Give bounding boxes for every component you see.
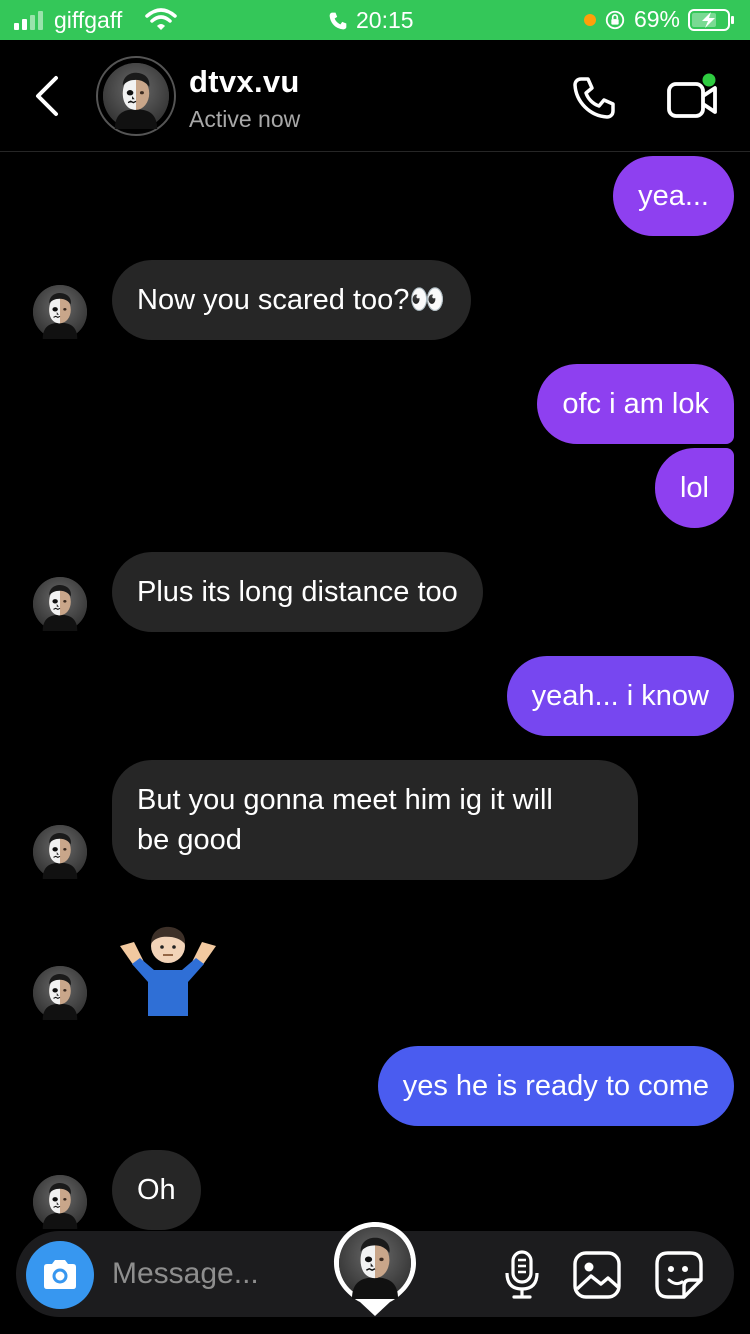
status-bar: giffgaff 20:15 69% bbox=[0, 0, 750, 40]
mic-in-use-indicator bbox=[583, 13, 596, 26]
message-line: But you gonna meet him ig it will bbox=[137, 784, 553, 816]
gallery-icon[interactable] bbox=[572, 1250, 622, 1300]
phone-call-icon bbox=[329, 12, 347, 29]
message-outgoing[interactable]: yeah... i know bbox=[506, 656, 734, 736]
battery-charging-icon bbox=[688, 8, 734, 31]
message-outgoing[interactable]: yes he is ready to come bbox=[377, 1046, 734, 1126]
signal-icon bbox=[14, 11, 43, 30]
message-outgoing[interactable]: ofc i am lok bbox=[537, 364, 734, 444]
camera-button[interactable] bbox=[26, 1241, 94, 1309]
message-incoming[interactable]: But you gonna meet him ig it will be goo… bbox=[112, 760, 638, 880]
message-outgoing[interactable]: yea... bbox=[613, 156, 734, 236]
online-dot bbox=[702, 73, 716, 87]
message-incoming[interactable]: Plus its long distance too bbox=[112, 552, 483, 632]
video-call-icon[interactable] bbox=[664, 72, 720, 124]
sender-avatar[interactable] bbox=[33, 966, 87, 1020]
sticker-icon[interactable] bbox=[654, 1250, 704, 1300]
phone-icon[interactable] bbox=[570, 74, 618, 122]
camera-icon bbox=[44, 1260, 76, 1289]
chat-header: dtvx.vu Active now bbox=[0, 40, 750, 152]
message-incoming[interactable]: Now you scared too?👀 bbox=[112, 260, 471, 340]
wifi-icon bbox=[145, 8, 177, 30]
clock: 20:15 bbox=[356, 7, 414, 33]
back-icon[interactable] bbox=[28, 74, 64, 118]
carrier-name: giffgaff bbox=[54, 7, 123, 33]
contact-info[interactable]: dtvx.vu Active now bbox=[189, 64, 300, 133]
avatar[interactable] bbox=[96, 56, 176, 136]
microphone-icon[interactable] bbox=[502, 1249, 542, 1301]
orientation-lock-icon bbox=[605, 10, 625, 29]
message-outgoing[interactable]: lol bbox=[654, 448, 734, 528]
active-call-time[interactable]: 20:15 bbox=[328, 7, 414, 34]
sender-avatar[interactable] bbox=[33, 825, 87, 879]
message-incoming[interactable]: Oh bbox=[112, 1150, 201, 1230]
avatar-image bbox=[103, 63, 169, 129]
battery-percent: 69% bbox=[633, 6, 680, 32]
sender-avatar[interactable] bbox=[33, 577, 87, 631]
man-shrugging-emoji[interactable] bbox=[112, 922, 224, 1020]
sender-avatar[interactable] bbox=[33, 1175, 87, 1229]
message-line: be good bbox=[137, 824, 242, 856]
typing-avatar-bubble[interactable] bbox=[332, 1220, 418, 1318]
sender-avatar[interactable] bbox=[33, 285, 87, 339]
contact-status: Active now bbox=[189, 106, 301, 132]
contact-username: dtvx.vu bbox=[189, 64, 300, 99]
